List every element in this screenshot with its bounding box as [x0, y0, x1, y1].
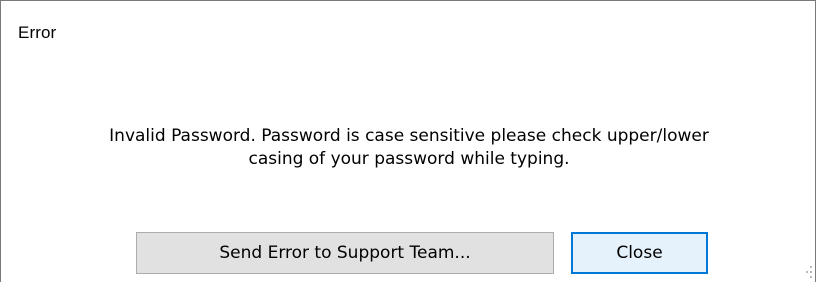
error-message-line-2: casing of your password while typing. — [248, 149, 570, 169]
send-error-button[interactable]: Send Error to Support Team... — [136, 232, 554, 274]
error-dialog: Error Invalid Password. Password is case… — [0, 0, 816, 282]
size-grip-icon[interactable] — [806, 266, 812, 278]
close-button[interactable]: Close — [571, 232, 708, 274]
dialog-title: Error — [18, 23, 57, 42]
error-message-line-1: Invalid Password. Password is case sensi… — [109, 126, 709, 146]
error-message: Invalid Password. Password is case sensi… — [1, 125, 816, 171]
